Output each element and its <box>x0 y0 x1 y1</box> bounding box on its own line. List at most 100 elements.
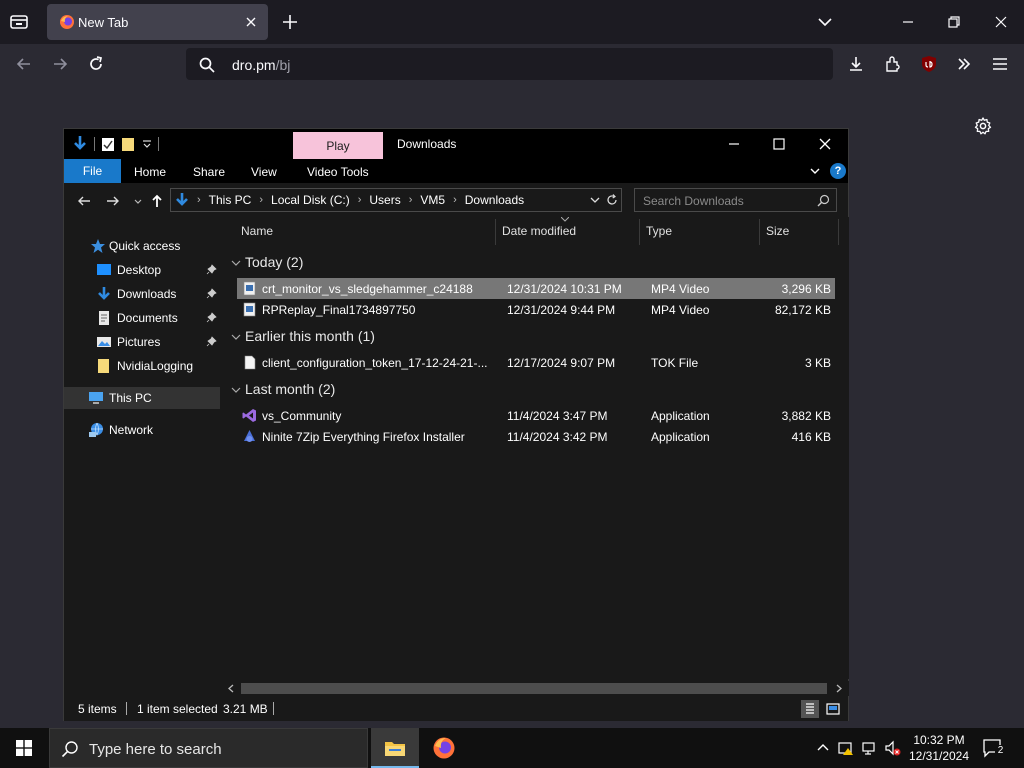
nav-pictures[interactable]: Pictures <box>64 331 220 353</box>
nav-network-label: Network <box>109 423 154 437</box>
breadcrumb-this-pc[interactable]: This PC <box>209 193 252 207</box>
chevron-down-icon[interactable] <box>589 194 601 206</box>
close-tab-icon[interactable] <box>243 14 259 30</box>
file-row-vs-community[interactable]: vs_Community 11/4/2024 3:47 PM Applicati… <box>237 405 835 426</box>
status-selected-size: 3.21 MB <box>223 702 268 716</box>
column-divider[interactable] <box>639 219 640 245</box>
forward-icon[interactable] <box>105 193 121 209</box>
folder-icon <box>98 359 109 373</box>
url-bar[interactable]: dro.pm/bj <box>186 48 833 80</box>
close-window-icon[interactable] <box>991 12 1011 32</box>
taskbar-search-input[interactable]: Type here to search <box>49 728 368 768</box>
new-tab-icon[interactable] <box>280 12 300 32</box>
file-name: client_configuration_token_17-12-24-21-.… <box>262 356 488 370</box>
nav-downloads[interactable]: Downloads <box>64 283 220 305</box>
customize-toolbar-icon[interactable] <box>142 137 152 151</box>
tab-video-tools[interactable]: Video Tools <box>307 165 369 179</box>
column-header-type[interactable]: Type <box>646 224 672 238</box>
extensions-icon[interactable] <box>883 54 903 74</box>
browser-tab-bar: New Tab <box>0 0 1024 44</box>
back-icon[interactable] <box>14 54 34 74</box>
column-divider[interactable] <box>838 219 839 245</box>
properties-icon[interactable] <box>101 136 115 152</box>
tab-view[interactable]: View <box>251 165 277 179</box>
nav-this-pc[interactable]: This PC <box>64 387 220 409</box>
help-icon[interactable]: ? <box>830 163 846 179</box>
breadcrumb-separator[interactable]: › <box>453 194 457 206</box>
volume-muted-icon[interactable] <box>885 740 901 756</box>
horizontal-scrollbar[interactable] <box>221 681 849 696</box>
expand-ribbon-icon[interactable] <box>808 164 822 178</box>
toolbar-divider <box>94 137 95 151</box>
tab-home[interactable]: Home <box>134 165 166 179</box>
browser-tab[interactable]: New Tab <box>47 4 268 40</box>
explorer-search-input[interactable]: Search Downloads <box>634 188 837 212</box>
file-row-rpreplay[interactable]: RPReplay_Final1734897750 12/31/2024 9:44… <box>237 299 835 320</box>
restore-icon[interactable] <box>944 12 964 32</box>
up-icon[interactable] <box>149 193 165 209</box>
breadcrumb-separator[interactable]: › <box>259 194 263 206</box>
notification-center-button[interactable]: 2 <box>983 738 1006 758</box>
column-header-size[interactable]: Size <box>766 224 789 238</box>
gear-icon[interactable] <box>973 116 993 136</box>
nav-quick-access[interactable]: Quick access <box>64 235 220 257</box>
scrollbar-thumb[interactable] <box>241 683 827 694</box>
close-window-icon[interactable] <box>815 134 835 154</box>
forward-icon[interactable] <box>50 54 70 74</box>
details-view-icon[interactable] <box>801 700 819 718</box>
list-all-tabs-icon[interactable] <box>815 12 835 32</box>
taskbar-file-explorer[interactable] <box>371 728 419 768</box>
chevron-up-icon[interactable] <box>815 740 831 756</box>
network-status-icon[interactable] <box>862 740 878 756</box>
large-icons-view-icon[interactable] <box>824 700 842 718</box>
nav-network[interactable]: Network <box>64 419 220 441</box>
column-divider[interactable] <box>495 219 496 245</box>
file-menu-button[interactable]: File <box>64 159 121 183</box>
breadcrumb-separator[interactable]: › <box>409 194 413 206</box>
nav-documents[interactable]: Documents <box>64 307 220 329</box>
breadcrumb-vm5[interactable]: VM5 <box>420 193 445 207</box>
url-text: dro.pm/bj <box>232 57 290 73</box>
breadcrumb-downloads[interactable]: Downloads <box>465 193 524 207</box>
ublock-icon[interactable] <box>919 54 939 74</box>
start-button[interactable] <box>0 728 48 768</box>
column-divider[interactable] <box>759 219 760 245</box>
file-row-client-config-token[interactable]: client_configuration_token_17-12-24-21-.… <box>237 352 835 373</box>
file-row-ninite-installer[interactable]: Ninite 7Zip Everything Firefox Installer… <box>237 426 835 447</box>
column-header-date-modified[interactable]: Date modified <box>502 224 576 238</box>
file-row-crt-monitor[interactable]: crt_monitor_vs_sledgehammer_c24188 12/31… <box>237 278 835 299</box>
reload-icon[interactable] <box>86 54 106 74</box>
back-icon[interactable] <box>76 193 92 209</box>
url-host: dro.pm <box>232 57 276 73</box>
browser-nav-bar: dro.pm/bj <box>0 44 1024 84</box>
breadcrumb-users[interactable]: Users <box>369 193 400 207</box>
scroll-right-icon[interactable] <box>834 684 843 693</box>
play-contextual-tab[interactable]: Play <box>293 132 383 160</box>
search-icon <box>61 741 78 758</box>
taskbar-firefox[interactable] <box>420 728 468 768</box>
nav-nvidialogging[interactable]: NvidiaLogging <box>64 355 220 377</box>
overflow-menu-icon[interactable] <box>954 54 974 74</box>
maximize-icon[interactable] <box>769 134 789 154</box>
tab-share[interactable]: Share <box>193 165 225 179</box>
refresh-icon[interactable] <box>605 193 619 207</box>
address-row: › This PC › Local Disk (C:) › Users › VM… <box>64 183 848 217</box>
address-bar[interactable]: › This PC › Local Disk (C:) › Users › VM… <box>170 188 622 212</box>
breadcrumb-separator[interactable]: › <box>358 194 362 206</box>
taskbar-clock[interactable]: 10:32 PM 12/31/2024 <box>905 732 973 764</box>
recent-locations-icon[interactable] <box>130 193 146 209</box>
scroll-left-icon[interactable] <box>227 684 236 693</box>
status-item-count: 5 items <box>78 702 117 716</box>
column-header-name[interactable]: Name <box>241 224 273 238</box>
hamburger-menu-icon[interactable] <box>990 54 1010 74</box>
download-arrow-icon[interactable] <box>72 135 88 153</box>
minimize-icon[interactable] <box>898 12 918 32</box>
new-folder-icon[interactable] <box>121 136 136 152</box>
security-warning-icon[interactable] <box>838 740 854 756</box>
file-size: 3,296 KB <box>781 282 831 296</box>
minimize-icon[interactable] <box>724 134 744 154</box>
breadcrumb-local-disk[interactable]: Local Disk (C:) <box>271 193 350 207</box>
tab-list-icon[interactable] <box>8 11 30 33</box>
downloads-icon[interactable] <box>846 54 866 74</box>
nav-desktop[interactable]: Desktop <box>64 259 220 281</box>
